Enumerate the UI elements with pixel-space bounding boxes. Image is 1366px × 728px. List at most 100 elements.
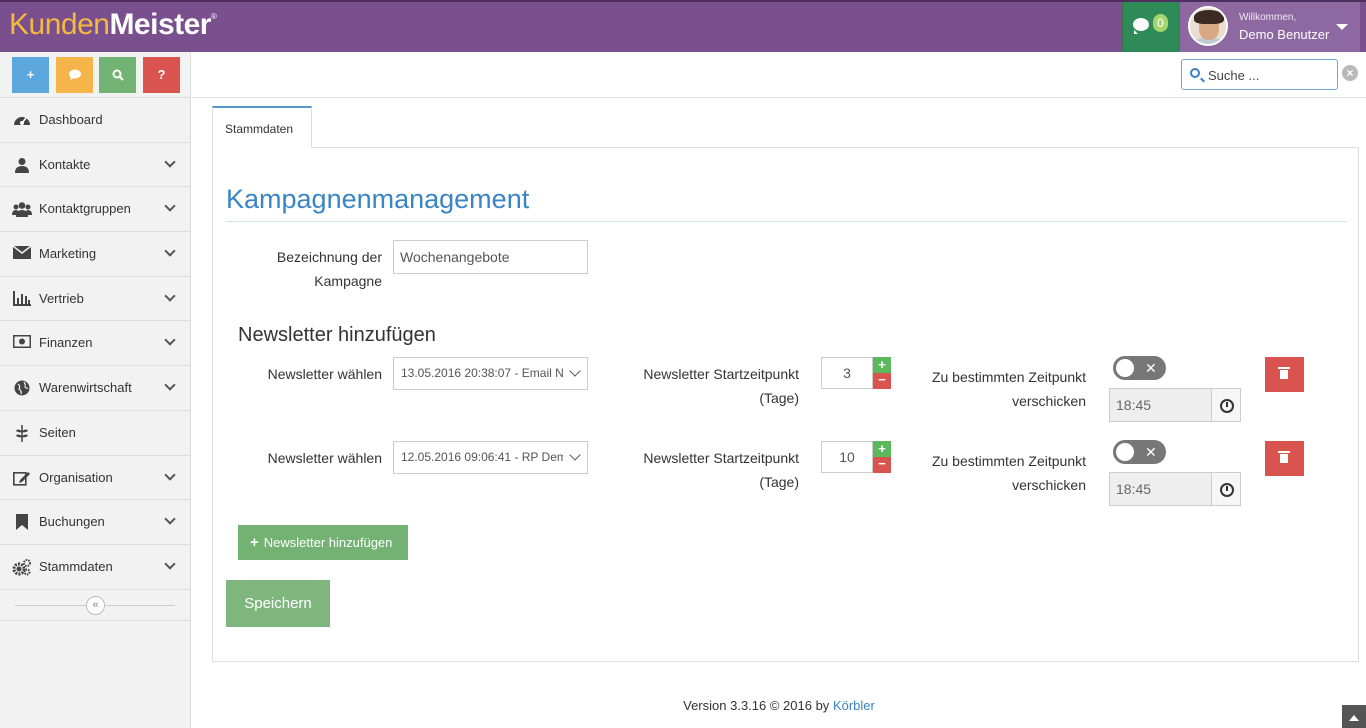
- messages-button[interactable]: 0: [1122, 2, 1179, 52]
- sidebar-item-label: Finanzen: [39, 335, 93, 351]
- sidebar-item-label: Organisation: [39, 469, 113, 485]
- sidebar-item-label: Stammdaten: [39, 558, 113, 574]
- delete-newsletter-button[interactable]: [1265, 441, 1304, 476]
- app-logo[interactable]: KundenMeister®: [9, 8, 217, 42]
- start-days-stepper: 3 + −: [821, 357, 893, 389]
- decrement-button[interactable]: −: [873, 373, 891, 389]
- footer-link[interactable]: Körbler: [833, 698, 875, 713]
- delete-newsletter-button[interactable]: [1265, 357, 1304, 392]
- save-button[interactable]: Speichern: [226, 580, 330, 627]
- welcome-text: Willkommen,: [1239, 12, 1297, 23]
- footer: Version 3.3.16 © 2016 by Körbler: [192, 698, 1366, 713]
- toggle-knob: [1116, 443, 1134, 461]
- sidebar-item-label: Marketing: [39, 246, 97, 262]
- bar-chart-icon: [12, 290, 32, 308]
- logo-meister: Meister: [109, 8, 211, 41]
- caret-down-icon: [1336, 24, 1348, 30]
- sidebar-item-vertrieb[interactable]: Vertrieb: [0, 277, 191, 322]
- search-bar: Suche ... ×: [192, 52, 1366, 98]
- quick-comment-button[interactable]: [56, 57, 93, 93]
- newsletter-select-value: 13.05.2016 20:38:07 - Email Newsletter: [401, 366, 587, 380]
- user-menu[interactable]: Willkommen, Demo Benutzer: [1180, 2, 1360, 52]
- increment-button[interactable]: +: [873, 357, 891, 373]
- clock-icon[interactable]: [1212, 388, 1241, 422]
- bookmark-icon: [12, 514, 32, 531]
- avatar: [1188, 6, 1228, 46]
- chevron-down-icon: [164, 513, 176, 525]
- logo-kunden: Kunden: [9, 8, 110, 41]
- logo-registered-mark: ®: [210, 12, 217, 21]
- chevron-down-icon: [164, 290, 176, 302]
- chevron-down-icon: [164, 334, 176, 347]
- start-days-input[interactable]: 10: [821, 441, 873, 473]
- sidebar-item-organisation[interactable]: Organisation: [0, 456, 191, 501]
- leaf-icon: [12, 424, 32, 442]
- start-days-input[interactable]: 3: [821, 357, 873, 389]
- clock-icon[interactable]: [1212, 472, 1241, 506]
- quick-actions: + ?: [0, 52, 191, 98]
- newsletter-select[interactable]: 13.05.2016 20:38:07 - Email Newsletter: [393, 357, 588, 390]
- search-placeholder: Suche ...: [1208, 68, 1260, 83]
- sidebar-item-warenwirtschaft[interactable]: Warenwirtschaft: [0, 366, 191, 411]
- trash-icon: [1278, 367, 1290, 379]
- sidebar-item-kontaktgruppen[interactable]: Kontaktgruppen: [0, 187, 191, 233]
- sidebar-item-kontakte[interactable]: Kontakte: [0, 143, 191, 188]
- campaign-name-label: Bezeichnung der Kampagne: [276, 249, 382, 289]
- collapse-sidebar-icon[interactable]: «: [86, 595, 105, 615]
- decrement-button[interactable]: −: [873, 457, 891, 473]
- sidebar-item-label: Kontaktgruppen: [39, 201, 131, 217]
- search-icon: [1190, 68, 1200, 78]
- top-bar: KundenMeister® 0 Willkommen, Demo Benutz…: [0, 0, 1366, 52]
- user-name: Demo Benutzer: [1239, 27, 1330, 42]
- chevron-down-icon: [164, 245, 176, 257]
- sidebar-item-buchungen[interactable]: Buchungen: [0, 500, 191, 545]
- newsletter-select-value: 12.05.2016 09:06:41 - RP Demo: [401, 450, 574, 464]
- time-picker: 18:45: [1109, 472, 1241, 506]
- money-icon: [12, 334, 32, 352]
- sidebar: + ? Dashboard Kontakte Kontaktgruppen Ma…: [0, 52, 191, 728]
- newsletter-select-label: Newsletter wählen: [267, 450, 382, 466]
- title-divider: [226, 221, 1347, 222]
- sidebar-item-stammdaten[interactable]: Stammdaten: [0, 545, 191, 590]
- campaign-name-input[interactable]: Wochenangebote: [393, 240, 588, 274]
- sidebar-item-label: Kontakte: [39, 156, 91, 172]
- sidebar-item-label: Vertrieb: [39, 290, 84, 306]
- chevron-down-icon: [164, 558, 176, 570]
- sidebar-item-finanzen[interactable]: Finanzen: [0, 321, 191, 367]
- envelope-icon: [12, 245, 32, 263]
- toggle-knob: [1116, 359, 1134, 377]
- sidebar-item-marketing[interactable]: Marketing: [0, 232, 191, 277]
- sidebar-item-seiten[interactable]: Seiten: [0, 411, 191, 456]
- increment-button[interactable]: +: [873, 441, 891, 457]
- gears-icon: [12, 558, 32, 576]
- content-panel: Kampagnenmanagement Bezeichnung der Kamp…: [212, 147, 1359, 662]
- tab-label: Stammdaten: [225, 122, 294, 136]
- tab-stammdaten[interactable]: Stammdaten: [212, 106, 312, 148]
- time-picker: 18:45: [1109, 388, 1241, 422]
- sidebar-collapse-row: «: [0, 590, 191, 621]
- schedule-toggle[interactable]: ✕: [1113, 356, 1166, 380]
- quick-help-button[interactable]: ?: [143, 57, 180, 93]
- scroll-to-top-button[interactable]: [1342, 705, 1366, 728]
- close-icon: ✕: [1145, 360, 1157, 376]
- sidebar-item-dashboard[interactable]: Dashboard: [0, 98, 191, 143]
- sidebar-item-label: Seiten: [39, 424, 76, 440]
- schedule-toggle[interactable]: ✕: [1113, 440, 1166, 464]
- add-newsletter-label: Newsletter hinzufügen: [263, 535, 393, 550]
- search-input[interactable]: Suche ...: [1181, 59, 1338, 90]
- sidebar-item-label: Buchungen: [39, 514, 105, 530]
- schedule-label: Zu bestimmten Zeitpunkt verschicken: [931, 369, 1086, 409]
- time-input[interactable]: 18:45: [1109, 472, 1212, 506]
- time-input[interactable]: 18:45: [1109, 388, 1212, 422]
- newsletter-select[interactable]: 12.05.2016 09:06:41 - RP Demo: [393, 441, 588, 474]
- add-newsletter-button[interactable]: + Newsletter hinzufügen: [238, 525, 408, 560]
- schedule-label: Zu bestimmten Zeitpunkt verschicken: [931, 453, 1086, 493]
- close-icon: ✕: [1145, 444, 1157, 460]
- chevron-down-icon: [164, 468, 176, 481]
- quick-search-button[interactable]: [99, 57, 136, 93]
- newsletter-heading: Newsletter hinzufügen: [238, 324, 436, 346]
- quick-add-button[interactable]: +: [12, 57, 49, 93]
- clear-search-icon[interactable]: ×: [1342, 65, 1358, 81]
- start-days-stepper: 10 + −: [821, 441, 893, 473]
- footer-text: Version 3.3.16 © 2016 by: [683, 698, 830, 713]
